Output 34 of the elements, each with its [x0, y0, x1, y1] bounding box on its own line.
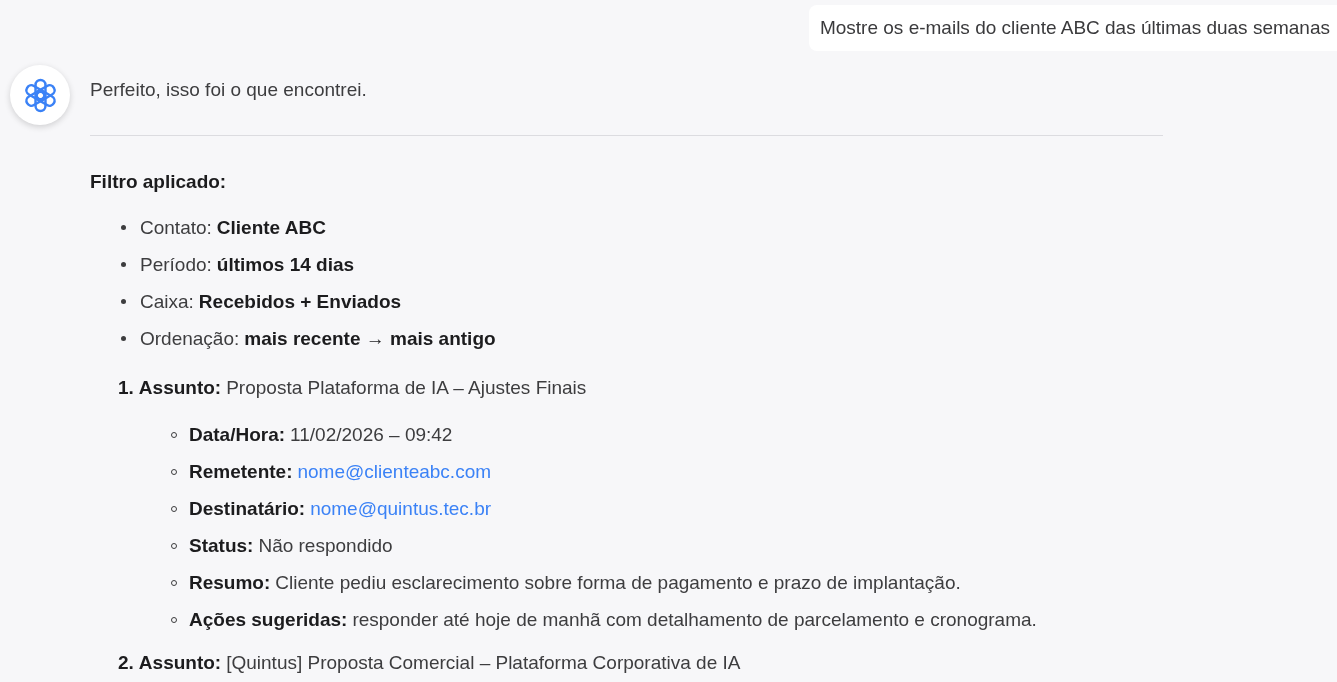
disc-bullet-icon — [121, 299, 126, 304]
filter-heading: Filtro aplicado: — [90, 169, 228, 194]
detail-value: responder até hoje de manhã com detalhamento de parcelamento e cronograma. — [352, 608, 1037, 631]
detail-value: Cliente pediu esclarecimento sobre forma de pagamento e prazo de implantação. — [275, 571, 961, 594]
detail-label: Data/Hora: — [189, 423, 286, 446]
email-link[interactable]: nome@clienteabc.com — [297, 460, 492, 483]
disc-bullet-icon — [121, 336, 126, 341]
list-number: 1. — [118, 376, 134, 399]
detail-label: Ações sugeridas: — [189, 608, 348, 631]
filter-label: Caixa: — [140, 290, 194, 313]
filter-value: Recebidos + Enviados — [198, 290, 402, 313]
disc-bullet-icon — [121, 225, 126, 230]
assistant-reply-text: Perfeito, isso foi o que encontrei. — [90, 78, 368, 102]
filter-label: Ordenação: — [140, 327, 240, 350]
subject-label: Assunto: — [138, 376, 222, 399]
filter-value: mais recente → mais antigo — [244, 327, 496, 350]
detail-label: Resumo: — [189, 571, 271, 594]
disc-bullet-icon — [121, 262, 126, 267]
detail-label: Status: — [189, 534, 254, 557]
detail-value: 11/02/2026 – 09:42 — [290, 423, 453, 446]
filter-label: Período: — [140, 253, 212, 276]
detail-value: Não respondido — [258, 534, 393, 557]
user-message-bubble: Mostre os e-mails do cliente ABC das últimas duas semanas — [808, 5, 1337, 51]
filter-label: Contato: — [140, 216, 212, 239]
filter-value: Cliente ABC — [216, 216, 326, 239]
subject-text: [Quintus] Proposta Comercial – Plataforma Corporativa de IA — [226, 652, 741, 674]
detail-label: Destinatário: — [189, 497, 306, 520]
email-link[interactable]: nome@quintus.tec.br — [310, 497, 492, 520]
subject-label: Assunto: — [138, 652, 222, 674]
detail-label: Remetente: — [189, 460, 293, 483]
filter-value: últimos 14 dias — [216, 253, 355, 276]
subject-text: Proposta Plataforma de IA – Ajustes Finais — [226, 376, 587, 399]
logo-icon — [10, 65, 70, 125]
list-number: 2. — [118, 652, 134, 674]
